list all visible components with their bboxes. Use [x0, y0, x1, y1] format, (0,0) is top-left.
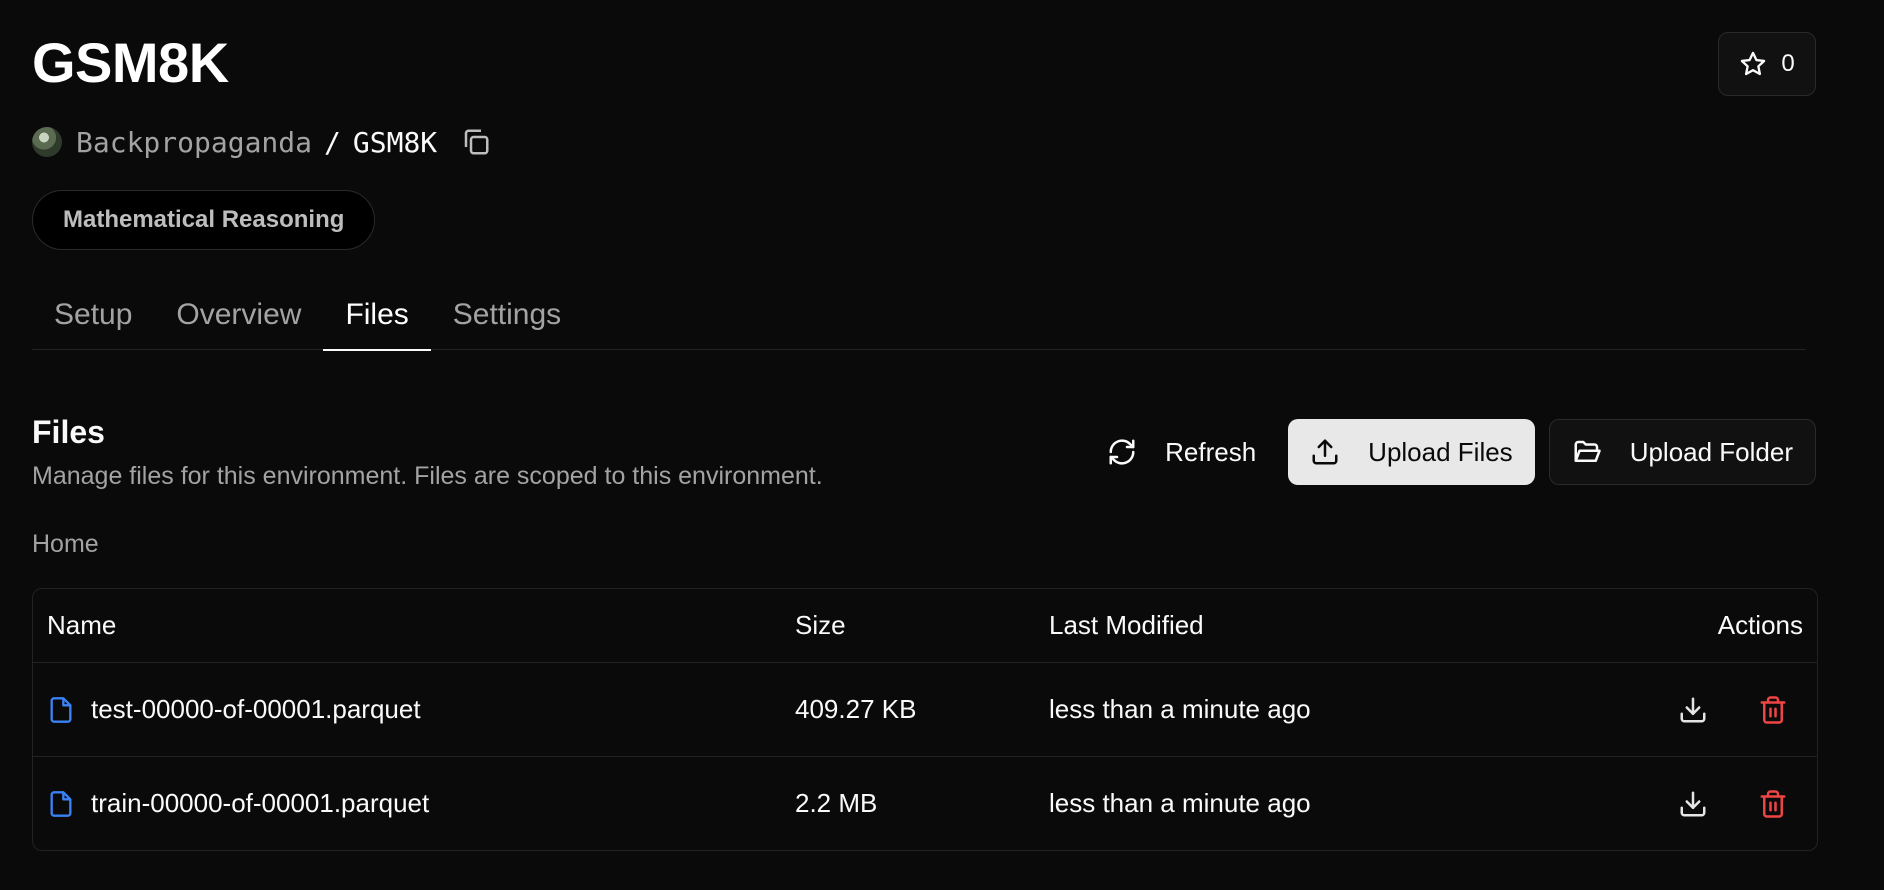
- download-icon: [1680, 791, 1706, 816]
- tab-setup[interactable]: Setup: [32, 280, 154, 350]
- table-row[interactable]: train-00000-of-00001.parquet 2.2 MB less…: [33, 756, 1817, 850]
- upload-files-label: Upload Files: [1368, 436, 1513, 467]
- category-tag: Mathematical Reasoning: [32, 190, 376, 250]
- file-name[interactable]: train-00000-of-00001.parquet: [91, 788, 429, 819]
- file-icon: [50, 790, 72, 817]
- files-table: Name Size Last Modified Actions test-000…: [32, 588, 1818, 851]
- tab-overview[interactable]: Overview: [154, 280, 323, 350]
- tab-bar: Setup Overview Files Settings: [32, 280, 1806, 351]
- file-name[interactable]: test-00000-of-00001.parquet: [91, 694, 421, 725]
- refresh-icon: [1109, 439, 1135, 465]
- files-page: GSM8K 0 Backpropaganda / GSM8K Mathemati…: [0, 0, 1884, 890]
- file-icon: [50, 696, 72, 723]
- star-icon: [1741, 51, 1766, 76]
- column-header-actions: Actions: [1717, 610, 1803, 640]
- section-description: Manage files for this environment. Files…: [32, 462, 823, 490]
- repo-name: GSM8K: [352, 125, 438, 159]
- column-header-modified: Last Modified: [1049, 610, 1204, 640]
- folder-open-icon: [1574, 440, 1601, 462]
- copy-icon[interactable]: [461, 127, 491, 157]
- repo-owner[interactable]: Backpropaganda: [76, 126, 312, 159]
- upload-folder-label: Upload Folder: [1629, 436, 1793, 467]
- page-title: GSM8K: [32, 31, 229, 94]
- refresh-button[interactable]: Refresh: [1091, 419, 1274, 485]
- file-modified: less than a minute ago: [1049, 694, 1311, 724]
- download-button[interactable]: [1673, 784, 1713, 824]
- file-actions: Refresh Upload Files Upload Folder: [1091, 419, 1816, 485]
- file-name-cell: test-00000-of-00001.parquet: [47, 663, 421, 756]
- upload-files-button[interactable]: Upload Files: [1288, 419, 1535, 485]
- repo-path: Backpropaganda / GSM8K: [32, 122, 491, 162]
- column-header-name: Name: [47, 610, 117, 640]
- download-button[interactable]: [1673, 690, 1713, 730]
- upload-icon: [1312, 439, 1338, 465]
- breadcrumb-home[interactable]: Home: [32, 530, 99, 559]
- file-size: 2.2 MB: [795, 788, 878, 818]
- table-row[interactable]: test-00000-of-00001.parquet 409.27 KB le…: [33, 662, 1817, 756]
- refresh-label: Refresh: [1165, 436, 1257, 467]
- repo-separator: /: [324, 125, 341, 159]
- file-actions-cell: [1673, 757, 1793, 850]
- delete-button[interactable]: [1753, 784, 1793, 824]
- column-header-size: Size: [795, 610, 846, 640]
- download-icon: [1680, 697, 1706, 722]
- avatar: [32, 127, 62, 157]
- section-title: Files: [32, 414, 105, 450]
- star-button[interactable]: 0: [1718, 32, 1816, 96]
- upload-folder-button[interactable]: Upload Folder: [1548, 419, 1816, 485]
- file-actions-cell: [1673, 663, 1793, 756]
- tab-settings[interactable]: Settings: [431, 280, 583, 350]
- file-modified: less than a minute ago: [1049, 788, 1311, 818]
- delete-button[interactable]: [1753, 690, 1793, 730]
- star-count: 0: [1781, 50, 1795, 77]
- table-header: Name Size Last Modified Actions: [33, 589, 1817, 662]
- file-name-cell: train-00000-of-00001.parquet: [47, 757, 429, 850]
- file-size: 409.27 KB: [795, 694, 917, 724]
- trash-icon: [1760, 789, 1786, 818]
- tab-files[interactable]: Files: [323, 280, 432, 351]
- trash-icon: [1760, 695, 1786, 724]
